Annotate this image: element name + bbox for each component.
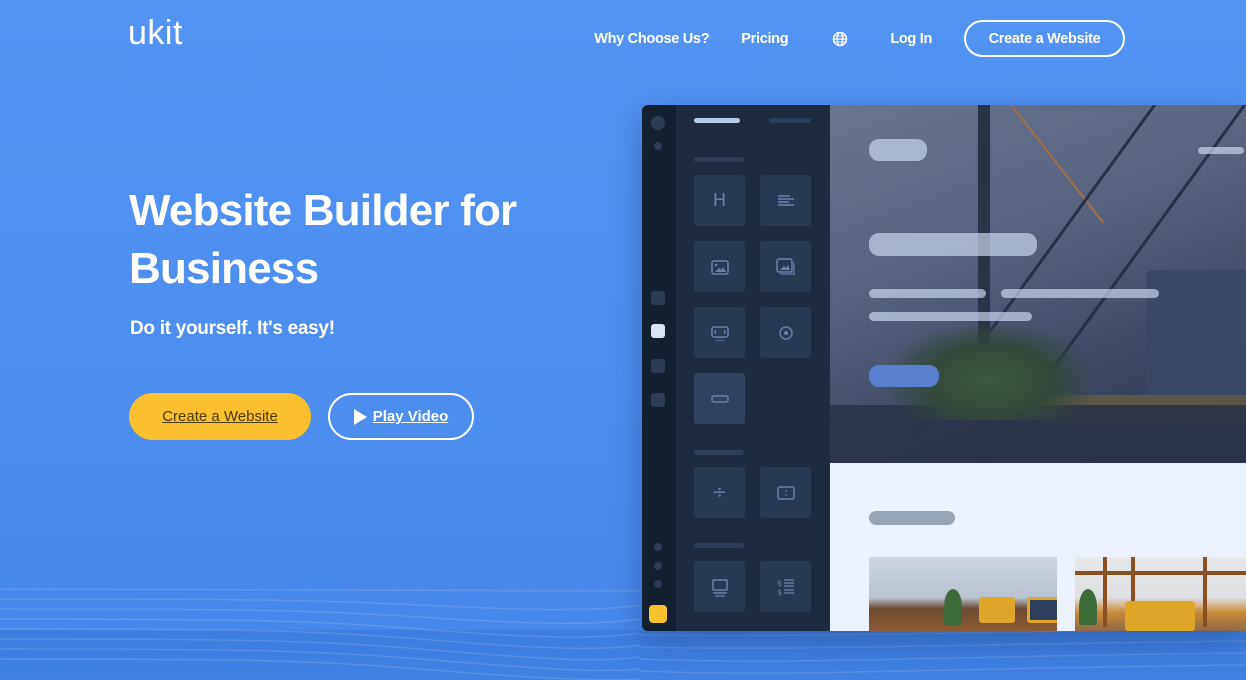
widget-panel: H ÷ $ $ (676, 105, 830, 631)
hero-title: Website Builder for Business (129, 186, 517, 293)
decor-chair (1027, 597, 1057, 623)
play-video-label: Play Video (372, 408, 449, 425)
globe-icon[interactable] (832, 31, 848, 47)
editor-rail (642, 105, 676, 631)
svg-text:$: $ (777, 588, 782, 597)
image-icon (694, 241, 745, 292)
editor-mockup: H ÷ $ $ (642, 105, 1246, 631)
slider-icon (694, 307, 745, 358)
text-icon (760, 175, 811, 226)
decor-cabinet (1125, 601, 1195, 631)
decor-cushion (1146, 270, 1246, 400)
create-website-button[interactable]: Create a Website (129, 393, 311, 440)
rail-dot (654, 580, 662, 588)
placeholder-menu (1198, 147, 1244, 154)
rail-dot (654, 142, 662, 150)
rail-item-active (651, 324, 665, 338)
nav-log-in[interactable]: Log In (890, 31, 932, 47)
button-icon (694, 373, 745, 424)
radio-icon (760, 307, 811, 358)
rail-item (651, 393, 665, 407)
nav-why-choose-us[interactable]: Why Choose Us? (594, 31, 709, 47)
rail-dot (654, 543, 662, 551)
decor-frame (1075, 571, 1246, 575)
play-icon (353, 408, 367, 425)
panel-tab-active (694, 118, 740, 123)
create-website-label: Create a Website (162, 408, 278, 425)
gallery-thumbnail (869, 557, 1057, 631)
main-nav: Why Choose Us? Pricing Log In Create a W… (594, 20, 1125, 57)
rail-item (651, 291, 665, 305)
gallery-thumbnail (1075, 557, 1246, 631)
hero-subtitle: Do it yourself. It's easy! (130, 318, 335, 339)
header-create-website-button[interactable]: Create a Website (964, 20, 1125, 57)
ukit-logo[interactable]: ukit (128, 14, 183, 53)
decor-plant (1079, 589, 1097, 625)
canvas-hero-section (830, 105, 1246, 463)
rail-item (651, 359, 665, 373)
rail-avatar (651, 116, 665, 130)
monitor-icon (694, 561, 745, 612)
placeholder-button (869, 365, 939, 387)
decor-plant (944, 589, 962, 625)
decor-frame (1103, 557, 1107, 627)
svg-text:$: $ (777, 579, 782, 588)
panel-section-label (694, 157, 744, 162)
placeholder-title (869, 233, 1037, 256)
placeholder-text (869, 312, 1032, 321)
rail-dot (654, 562, 662, 570)
placeholder-text (869, 289, 986, 298)
price-list-icon: $ $ (760, 561, 811, 612)
panel-section-label (694, 543, 744, 548)
play-video-button[interactable]: Play Video (328, 393, 474, 440)
canvas-content-section (830, 463, 1246, 631)
decor-frame (1203, 557, 1207, 627)
panel-section-label (694, 450, 744, 455)
heading-icon: H (694, 175, 745, 226)
gallery-icon (760, 241, 811, 292)
divider-icon: ÷ (694, 467, 745, 518)
decor-chair (979, 597, 1015, 623)
embed-icon (760, 467, 811, 518)
placeholder-text (1001, 289, 1159, 298)
placeholder-heading (869, 511, 955, 525)
rail-yellow-button (649, 605, 667, 623)
nav-pricing[interactable]: Pricing (741, 31, 788, 47)
panel-tab (769, 118, 811, 123)
placeholder-logo (869, 139, 927, 161)
decor-line (1010, 105, 1104, 224)
